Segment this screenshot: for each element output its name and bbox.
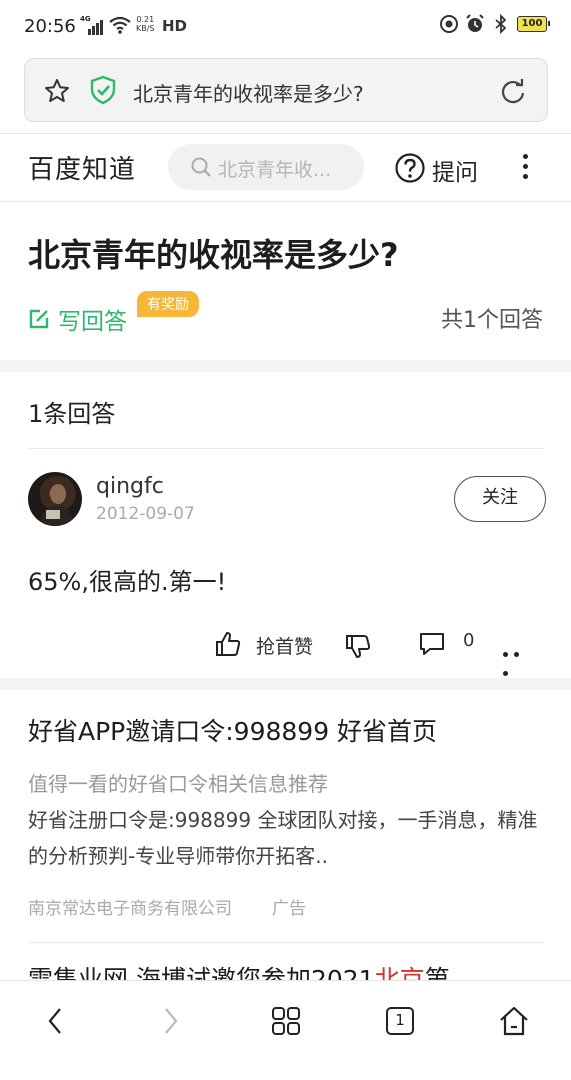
ad-tag: 广告 — [272, 899, 306, 919]
divider — [28, 448, 544, 449]
site-header: 百度知道 北京青年收... 提问 — [0, 134, 571, 202]
ad-description: 好省注册口令是:998899 全球团队对接，一手消息，精准的分析预判-专业导师带… — [28, 808, 538, 868]
thumbs-down-icon[interactable] — [344, 632, 372, 660]
write-answer-button[interactable]: 写回答 — [28, 302, 127, 336]
comment-icon[interactable] — [418, 630, 446, 658]
star-icon[interactable] — [43, 77, 71, 105]
more-horizontal-icon[interactable] — [503, 642, 535, 676]
thumbs-up-icon[interactable] — [214, 630, 242, 658]
browser-toolbar: 北京青年的收视率是多少? — [0, 54, 571, 134]
network-speed: 0.21 KB/S — [136, 15, 155, 33]
next-ad-highlight: 北京 — [374, 965, 425, 980]
status-time: 20:56 — [24, 16, 76, 37]
url-text[interactable]: 北京青年的收视率是多少? — [133, 78, 364, 107]
bluetooth-icon — [495, 14, 507, 34]
home-icon[interactable] — [498, 1005, 530, 1037]
ask-button[interactable]: 提问 — [432, 153, 478, 187]
question-card: 北京青年的收视率是多少? 写回答 有奖励 共1个回答 — [0, 202, 571, 360]
search-placeholder: 北京青年收... — [218, 159, 332, 181]
avatar[interactable] — [28, 472, 82, 526]
reload-icon[interactable] — [499, 77, 527, 105]
answer-count: 共1个回答 — [441, 308, 543, 333]
speed-value: 0.21 — [136, 15, 155, 24]
next-ad-title-end: 第 — [424, 965, 450, 980]
search-icon — [191, 157, 211, 177]
answer-text: 65%,很高的.第一! — [28, 568, 227, 596]
more-vertical-icon[interactable] — [520, 154, 530, 184]
search-input[interactable]: 北京青年收... — [168, 144, 364, 190]
ad-subtitle: 值得一看的好省口令相关信息推荐 — [28, 772, 328, 796]
question-circle-icon[interactable] — [394, 152, 426, 184]
tabs-icon[interactable]: 1 — [384, 1005, 416, 1037]
back-icon[interactable] — [40, 1005, 72, 1037]
next-ad-title[interactable]: 雪售业网 海博试邀您参加2021北京第 — [28, 960, 450, 980]
answers-heading: 1条回答 — [28, 400, 116, 428]
ad-title[interactable]: 好省APP邀请口令:998899 好省首页 — [28, 712, 437, 748]
address-bar[interactable]: 北京青年的收视率是多少? — [24, 58, 548, 122]
signal-icon: 4G — [80, 15, 104, 35]
reward-badge: 有奖励 — [137, 291, 199, 317]
divider — [28, 942, 544, 943]
answers-section: 1条回答 qingfc 2012-09-07 关注 65%,很高的.第一! 抢首… — [0, 372, 571, 678]
tab-count: 1 — [395, 1011, 405, 1029]
answer-date: 2012-09-07 — [96, 504, 195, 524]
forward-icon[interactable] — [154, 1005, 186, 1037]
edit-icon — [29, 309, 49, 329]
comment-count: 0 — [463, 630, 475, 651]
write-answer-label: 写回答 — [58, 309, 127, 335]
status-bar: 20:56 4G 0.21 KB/S HD 100 — [0, 0, 571, 54]
network-type: 4G — [80, 15, 91, 23]
question-title: 北京青年的收视率是多少? — [28, 236, 399, 274]
answer-username[interactable]: qingfc — [96, 474, 164, 499]
hd-indicator: HD — [162, 17, 188, 35]
wifi-icon — [109, 16, 131, 34]
grid-icon[interactable] — [270, 1005, 302, 1037]
bottom-navigation: 1 — [0, 980, 571, 1080]
alarm-icon — [466, 14, 484, 32]
shield-check-icon — [90, 75, 116, 105]
like-label[interactable]: 抢首赞 — [256, 632, 313, 659]
speed-unit: KB/S — [136, 24, 155, 33]
battery-indicator: 100 — [517, 16, 550, 32]
ad-card[interactable]: 好省APP邀请口令:998899 好省首页 值得一看的好省口令相关信息推荐 好省… — [0, 690, 571, 980]
follow-button[interactable]: 关注 — [454, 476, 546, 522]
vpn-icon — [440, 15, 458, 33]
site-logo[interactable]: 百度知道 — [28, 149, 136, 186]
next-ad-title-part: 雪售业网 海博试邀您参加2021 — [28, 965, 375, 980]
ad-source: 南京常达电子商务有限公司 — [28, 899, 232, 919]
